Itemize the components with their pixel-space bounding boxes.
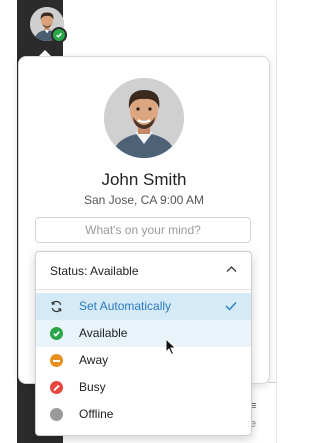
profile-photo <box>104 78 184 158</box>
person-photo <box>104 78 184 158</box>
profile-avatar-button[interactable] <box>30 7 67 43</box>
status-option-label: Offline <box>79 407 114 421</box>
status-current-label: Status: Available <box>50 263 139 278</box>
presence-available-badge <box>51 27 67 43</box>
minus-mark <box>53 359 60 362</box>
profile-location-time: San Jose, CA 9:00 AM <box>83 193 205 207</box>
status-dropdown: Status: Available Set Automatically Avai… <box>35 251 252 436</box>
status-dropdown-toggle[interactable]: Status: Available <box>36 252 251 290</box>
available-check-icon <box>50 327 63 340</box>
slash-mark <box>53 384 60 391</box>
profile-name: John Smith <box>101 170 187 189</box>
status-option-label: Busy <box>79 380 106 394</box>
sync-icon <box>51 300 62 313</box>
status-option-set-automatically[interactable]: Set Automatically <box>36 293 251 320</box>
status-option-label: Set Automatically <box>79 299 172 313</box>
selected-check-icon <box>225 302 237 311</box>
background-divider <box>268 382 276 383</box>
status-option-busy[interactable]: Busy <box>36 374 251 401</box>
status-option-offline[interactable]: Offline <box>36 401 251 428</box>
status-option-label: Available <box>79 326 128 340</box>
status-option-away[interactable]: Away <box>36 347 251 374</box>
mouse-pointer-icon <box>165 338 177 356</box>
check-icon <box>53 331 60 337</box>
screen: ≡ e John Smith San Jose, CA 9:00 AM What… <box>0 0 284 443</box>
status-option-available[interactable]: Available <box>36 320 251 347</box>
status-option-label: Away <box>79 353 109 367</box>
away-icon <box>50 354 63 367</box>
background-divider <box>276 0 277 443</box>
offline-icon <box>50 408 63 421</box>
busy-icon <box>50 381 63 394</box>
status-message-input[interactable] <box>35 217 251 243</box>
chevron-up-icon <box>226 266 237 272</box>
check-icon <box>56 32 62 38</box>
